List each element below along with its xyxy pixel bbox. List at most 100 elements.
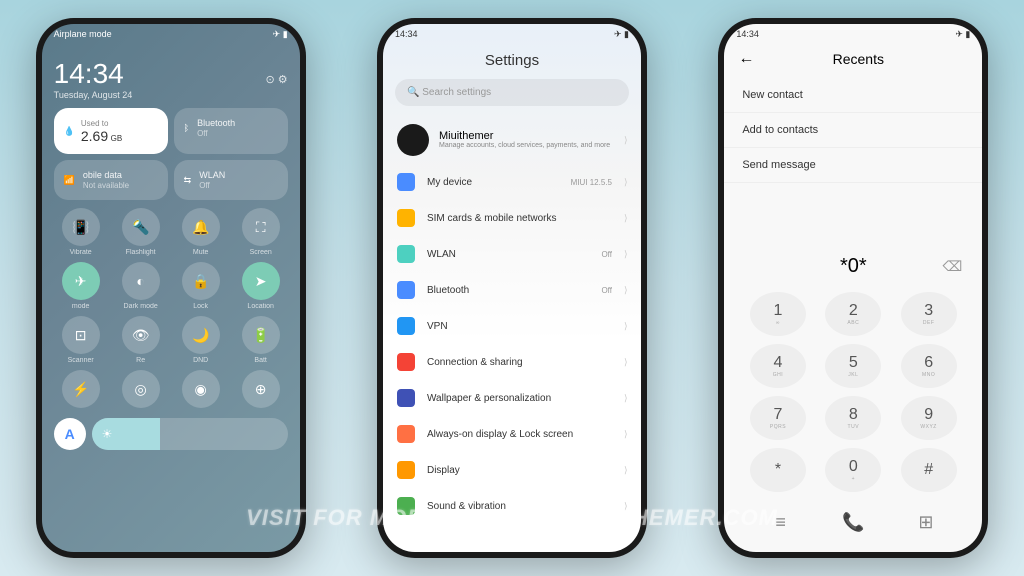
settings-item[interactable]: My deviceMIUI 12.5.5⟩: [383, 164, 641, 200]
dialpad-key-7[interactable]: 7PQRS: [750, 396, 806, 440]
chevron-icon: ⟩: [624, 249, 627, 259]
settings-item-value: Off: [601, 286, 612, 295]
toggle-scanner[interactable]: ⊡: [62, 316, 100, 354]
settings-item-label: My device: [427, 177, 559, 188]
settings-item-icon: [397, 245, 415, 263]
chevron-icon: ⟩: [624, 285, 627, 295]
settings-search[interactable]: 🔍 Search settings: [395, 79, 629, 106]
settings-item[interactable]: SIM cards & mobile networks⟩: [383, 200, 641, 236]
status-icons: ✈ ▮: [273, 29, 288, 40]
chevron-icon: ⟩: [624, 357, 627, 367]
phone-settings: 14:34 ✈ ▮ Settings 🔍 Search settings Miu…: [377, 18, 647, 558]
toggle-reading[interactable]: 👁: [122, 316, 160, 354]
toggle-location[interactable]: ➤: [242, 262, 280, 300]
toggle-lock[interactable]: 🔒: [182, 262, 220, 300]
menu-add-contacts[interactable]: Add to contacts: [724, 113, 982, 148]
brightness-slider[interactable]: ☀: [92, 418, 288, 450]
toggle-battery[interactable]: 🔋: [242, 316, 280, 354]
status-bar: 14:34 ✈ ▮: [383, 24, 641, 44]
toggle-dark-mode[interactable]: ◐: [122, 262, 160, 300]
settings-item-label: Display: [427, 465, 600, 476]
dialpad-key-8[interactable]: 8TUV: [825, 396, 881, 440]
settings-item[interactable]: Wallpaper & personalization ⟩: [383, 380, 641, 416]
dialpad-key-0[interactable]: 0+: [825, 448, 881, 492]
dialpad-key-9[interactable]: 9WXYZ: [901, 396, 957, 440]
tile-wlan[interactable]: ⇆ WLAN Off: [174, 160, 288, 200]
chevron-icon: ⟩: [624, 321, 627, 331]
wifi-icon: ⇆: [184, 175, 192, 186]
phone-dialer: 14:34 ✈ ▮ ← Recents New contact Add to c…: [718, 18, 988, 558]
dialpad-key-*[interactable]: *: [750, 448, 806, 492]
settings-item-value: Off: [601, 250, 612, 259]
chevron-icon: ⟩: [624, 135, 627, 145]
toggle-extra3[interactable]: ◉: [182, 370, 220, 408]
settings-item[interactable]: Always-on display & Lock screen⟩: [383, 416, 641, 452]
settings-account-row[interactable]: Miuithemer Manage accounts, cloud servic…: [383, 116, 641, 164]
cc-date: Tuesday, August 24: [54, 90, 133, 100]
auto-brightness-button[interactable]: A: [54, 418, 86, 450]
toggle-extra1[interactable]: ⚡: [62, 370, 100, 408]
watermark: VISIT FOR MORE THEMES - MIUITHEMER.COM: [0, 505, 1024, 531]
toggle-extra2[interactable]: ◎: [122, 370, 160, 408]
settings-item-label: WLAN: [427, 249, 589, 260]
settings-item-label: Connection & sharing: [427, 357, 600, 368]
toggle-flashlight[interactable]: 🔦: [122, 208, 160, 246]
chevron-icon: ⟩: [624, 393, 627, 403]
dialpad-key-4[interactable]: 4GHI: [750, 344, 806, 388]
toggle-airplane[interactable]: ✈: [62, 262, 100, 300]
cc-clock: 14:34: [54, 58, 133, 90]
dialpad-key-1[interactable]: 1∞: [750, 292, 806, 336]
settings-item-icon: [397, 425, 415, 443]
status-bar: 14:34 ✈ ▮: [724, 24, 982, 44]
dialed-number: *0*: [840, 255, 867, 278]
status-mode: Airplane mode: [54, 29, 112, 39]
dialpad-key-#[interactable]: #: [901, 448, 957, 492]
settings-item[interactable]: Display ⟩: [383, 452, 641, 488]
menu-new-contact[interactable]: New contact: [724, 78, 982, 113]
settings-item-icon: [397, 209, 415, 227]
toggle-extra4[interactable]: ⊕: [242, 370, 280, 408]
backspace-button[interactable]: ⌫: [943, 258, 963, 275]
status-bar: Airplane mode ✈ ▮: [42, 24, 300, 44]
cc-content: 14:34 Tuesday, August 24 ⊙ ⚙ 💧 Used to 2…: [42, 44, 300, 458]
tile-data-usage[interactable]: 💧 Used to 2.69 GB: [54, 108, 168, 154]
cc-header-icons[interactable]: ⊙ ⚙: [266, 73, 288, 86]
chevron-icon: ⟩: [624, 429, 627, 439]
settings-item[interactable]: WLAN Off ⟩: [383, 236, 641, 272]
toggle-mute[interactable]: 🔔: [182, 208, 220, 246]
dialpad-key-3[interactable]: 3DEF: [901, 292, 957, 336]
dialpad-key-5[interactable]: 5JKL: [825, 344, 881, 388]
status-icons: ✈ ▮: [955, 29, 970, 40]
tile-bluetooth[interactable]: ᛒ Bluetooth Off: [174, 108, 288, 154]
tile-mobile-data[interactable]: 📶 obile data Not available: [54, 160, 168, 200]
toggle-vibrate[interactable]: 📳: [62, 208, 100, 246]
status-time: 14:34: [736, 29, 759, 39]
cc-toggle-grid: 📳Vibrate 🔦Flashlight 🔔Mute ⛶Screen ✈mode…: [54, 208, 288, 408]
avatar: [397, 124, 429, 156]
settings-item[interactable]: Connection & sharing ⟩: [383, 344, 641, 380]
chevron-icon: ⟩: [624, 213, 627, 223]
menu-send-message[interactable]: Send message: [724, 148, 982, 183]
settings-screen: 14:34 ✈ ▮ Settings 🔍 Search settings Miu…: [383, 24, 641, 552]
dialer-title: Recents: [748, 51, 968, 67]
chevron-icon: ⟩: [624, 465, 627, 475]
toggle-dnd[interactable]: 🌙: [182, 316, 220, 354]
settings-item[interactable]: VPN⟩: [383, 308, 641, 344]
status-icons: ✈ ▮: [614, 29, 629, 40]
control-center-screen: Airplane mode ✈ ▮ 14:34 Tuesday, August …: [42, 24, 300, 552]
settings-item-label: Bluetooth: [427, 285, 589, 296]
settings-item-icon: [397, 389, 415, 407]
settings-item-value: MIUI 12.5.5: [571, 178, 612, 187]
settings-item-label: Wallpaper & personalization: [427, 393, 600, 404]
dialer-screen: 14:34 ✈ ▮ ← Recents New contact Add to c…: [724, 24, 982, 552]
settings-item[interactable]: Bluetooth Off ⟩: [383, 272, 641, 308]
toggle-screenshot[interactable]: ⛶: [242, 208, 280, 246]
phone-control-center: Airplane mode ✈ ▮ 14:34 Tuesday, August …: [36, 18, 306, 558]
dialpad-key-2[interactable]: 2ABC: [825, 292, 881, 336]
settings-item-icon: [397, 281, 415, 299]
dialpad-key-6[interactable]: 6MNO: [901, 344, 957, 388]
dialer-display: *0* ⌫: [724, 245, 982, 288]
drop-icon: 💧: [64, 126, 75, 137]
settings-list: My deviceMIUI 12.5.5⟩SIM cards & mobile …: [383, 164, 641, 524]
brightness-fill: ☀: [92, 418, 161, 450]
